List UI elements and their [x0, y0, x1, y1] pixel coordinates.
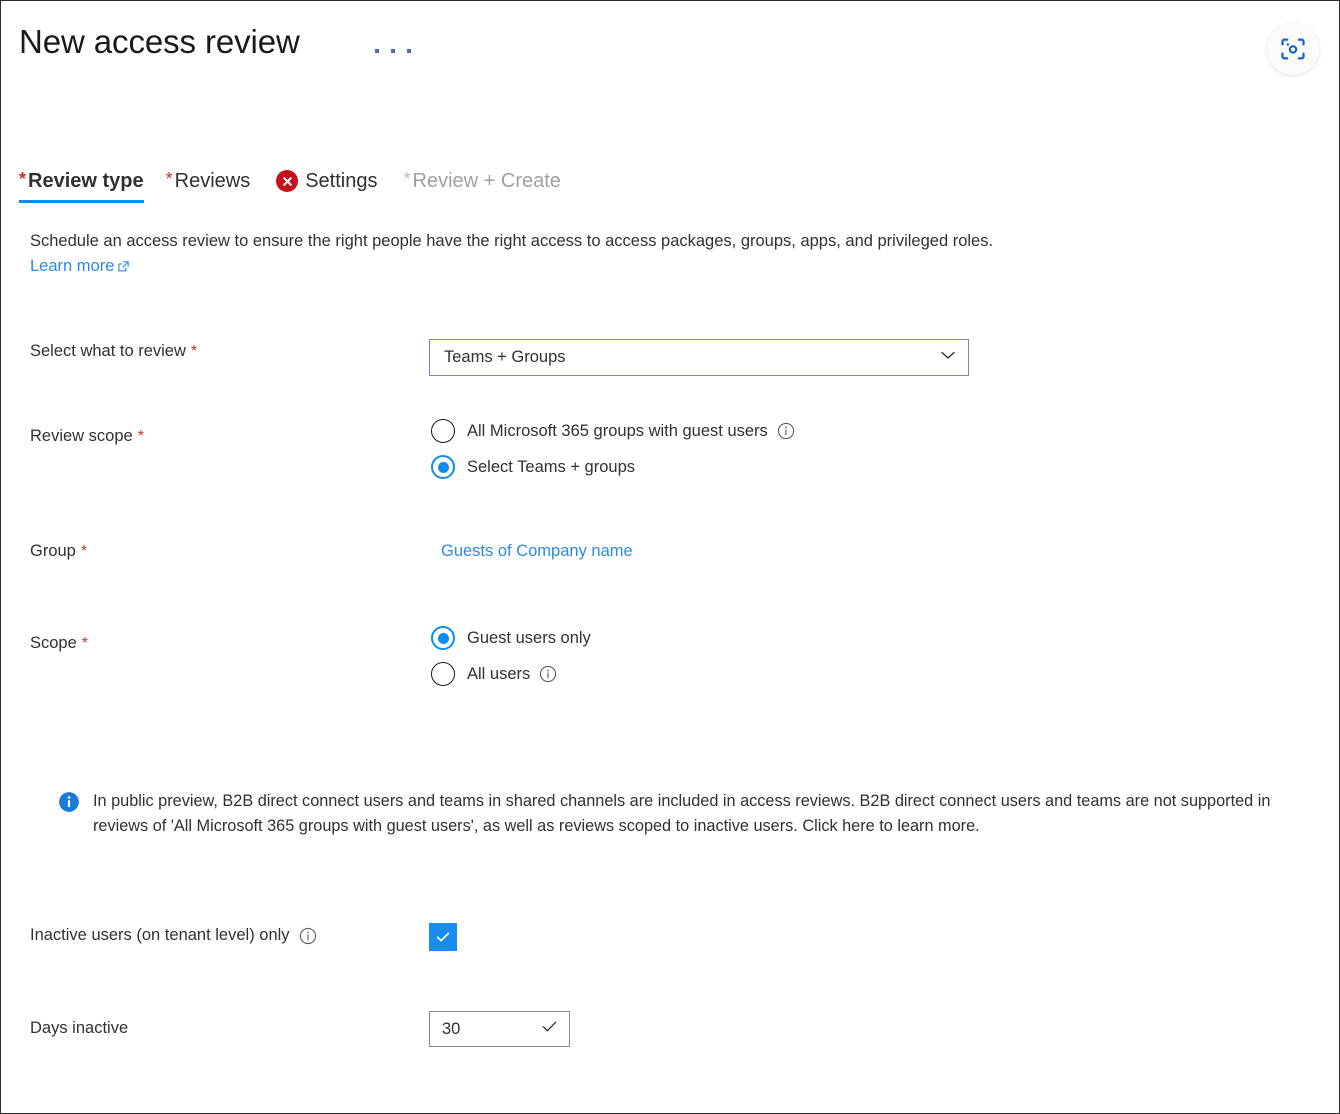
radio-label: All users — [467, 665, 530, 684]
select-what-to-review-field: Teams + Groups — [429, 339, 969, 376]
scope-label: Scope * — [30, 634, 88, 653]
intro-description: Schedule an access review to ensure the … — [30, 228, 1270, 255]
external-link-icon — [117, 260, 130, 273]
days-inactive-value: 30 — [442, 1020, 540, 1039]
radio-select-teams-groups[interactable]: Select Teams + groups — [431, 455, 795, 479]
group-link[interactable]: Guests of Company name — [441, 542, 633, 560]
checkmark-icon — [540, 1017, 559, 1041]
learn-more-label: Learn more — [30, 257, 114, 276]
info-circle-icon[interactable] — [777, 422, 795, 440]
blade-header: New access review — [1, 1, 1339, 111]
label-text: Group — [30, 542, 76, 561]
tab-label: Review + Create — [413, 170, 561, 193]
more-options-ellipsis-icon[interactable] — [375, 39, 411, 63]
radio-guest-users-only[interactable]: Guest users only — [431, 626, 591, 650]
required-asterisk: * — [81, 543, 87, 561]
required-asterisk: * — [166, 170, 173, 188]
radio-label: All Microsoft 365 groups with guest user… — [467, 422, 768, 441]
inactive-users-label: Inactive users (on tenant level) only — [30, 926, 317, 945]
learn-more-link[interactable]: Learn more — [30, 257, 130, 276]
group-label: Group * — [30, 542, 87, 561]
tab-label: Review type — [28, 170, 144, 193]
group-value-field: Guests of Company name — [441, 542, 633, 561]
dropdown-value: Teams + Groups — [444, 348, 938, 367]
review-scope-label: Review scope * — [30, 427, 144, 446]
tab-reviews[interactable]: * Reviews — [166, 159, 265, 203]
days-inactive-input[interactable]: 30 — [429, 1011, 570, 1047]
radio-button[interactable] — [431, 419, 455, 443]
required-asterisk: * — [19, 170, 26, 188]
select-what-to-review-dropdown[interactable]: Teams + Groups — [429, 339, 969, 376]
required-asterisk: * — [138, 428, 144, 446]
radio-label: Select Teams + groups — [467, 458, 635, 477]
screenshot-camera-icon[interactable] — [1267, 23, 1319, 75]
tab-review-type[interactable]: * Review type — [19, 159, 154, 203]
required-asterisk: * — [403, 170, 410, 188]
label-text: Select what to review — [30, 342, 186, 361]
inactive-users-checkbox[interactable] — [429, 923, 457, 951]
review-scope-radio-group: All Microsoft 365 groups with guest user… — [431, 419, 795, 479]
days-inactive-field: 30 — [429, 1011, 570, 1047]
info-banner: In public preview, B2B direct connect us… — [58, 789, 1278, 840]
radio-all-m365-groups-with-guest-users[interactable]: All Microsoft 365 groups with guest user… — [431, 419, 795, 443]
radio-all-users[interactable]: All users — [431, 662, 591, 686]
radio-button[interactable] — [431, 455, 455, 479]
days-inactive-label: Days inactive — [30, 1019, 128, 1038]
new-access-review-blade: New access review * Review type * Review… — [0, 0, 1340, 1114]
info-circle-icon[interactable] — [299, 927, 317, 945]
tab-label: Settings — [305, 170, 377, 193]
wizard-tabs: * Review type * Reviews Settings * Revie… — [19, 159, 587, 203]
page-title: New access review — [19, 23, 300, 61]
chevron-down-icon — [938, 345, 958, 370]
info-banner-text: In public preview, B2B direct connect us… — [93, 789, 1278, 840]
tab-settings[interactable]: Settings — [276, 159, 391, 203]
radio-button[interactable] — [431, 662, 455, 686]
tab-label: Reviews — [175, 170, 251, 193]
inactive-users-field — [429, 923, 457, 951]
tab-review-create[interactable]: * Review + Create — [403, 159, 574, 203]
scope-radio-group: Guest users only All users — [431, 626, 591, 686]
label-text: Review scope — [30, 427, 133, 446]
error-circle-icon — [276, 170, 298, 192]
label-text: Days inactive — [30, 1019, 128, 1038]
label-text: Scope — [30, 634, 77, 653]
radio-label: Guest users only — [467, 629, 591, 648]
label-text: Inactive users (on tenant level) only — [30, 926, 290, 945]
info-filled-icon — [58, 791, 80, 818]
required-asterisk: * — [191, 343, 197, 361]
select-what-to-review-label: Select what to review * — [30, 342, 197, 361]
radio-button[interactable] — [431, 626, 455, 650]
required-asterisk: * — [82, 635, 88, 653]
info-circle-icon[interactable] — [539, 665, 557, 683]
